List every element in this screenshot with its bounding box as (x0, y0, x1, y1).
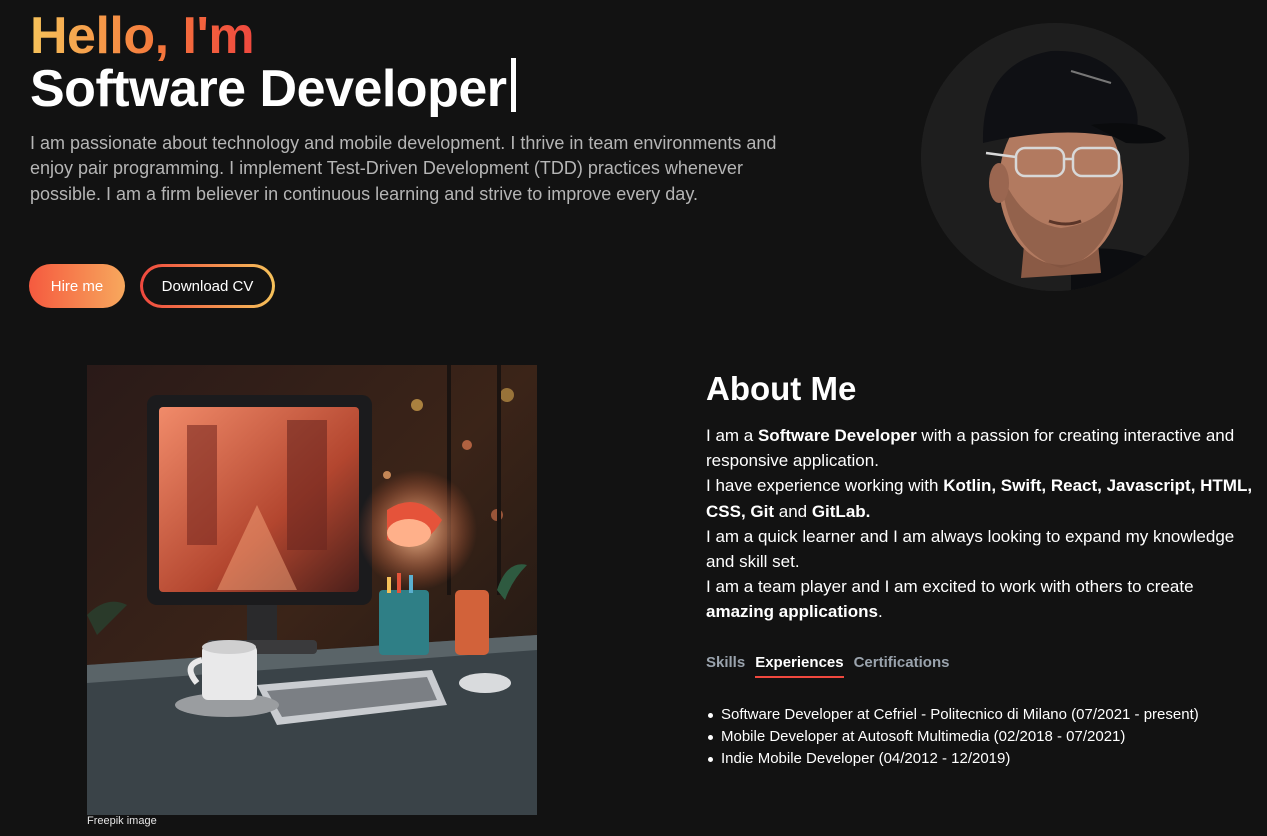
workspace-illustration (87, 365, 537, 815)
hire-me-button[interactable]: Hire me (29, 264, 125, 308)
about-p1-bold: Software Developer (757, 426, 917, 445)
about-p4-text: I am a team player and I am excited to w… (706, 577, 1194, 597)
download-cv-button[interactable]: Download CV (140, 264, 275, 308)
about-paragraph-4: I am a team player and I am excited to w… (706, 574, 1256, 624)
about-p2-gitlab: GitLab. (811, 501, 871, 521)
avatar-portrait-image (921, 23, 1189, 291)
experience-list: Software Developer at Cefriel - Politecn… (708, 704, 1199, 770)
list-item: Software Developer at Cefriel - Politecn… (708, 704, 1199, 726)
about-p2-and: and (774, 501, 812, 521)
tab-experiences[interactable]: Experiences (755, 654, 844, 678)
workspace-image (87, 365, 537, 815)
hero-role-text: Software Developer (30, 60, 507, 118)
about-tabs: Skills Experiences Certifications (706, 654, 949, 678)
hero-role: Software Developer (30, 58, 516, 120)
about-paragraph-2: I have experience working with Kotlin, S… (706, 473, 1256, 523)
list-item: Mobile Developer at Autosoft Multimedia … (708, 726, 1199, 748)
hero-bio: I am passionate about technology and mob… (30, 133, 777, 204)
about-title: About Me (706, 370, 857, 407)
about-paragraph-3: I am a quick learner and I am always loo… (706, 526, 1235, 572)
about-text: I am a Software Developer with a passion… (706, 423, 1256, 625)
photo-credit: Freepik image (87, 815, 157, 827)
about-p1-text: I am a (706, 426, 758, 445)
avatar (921, 23, 1189, 291)
hero-greeting: Hello, I'm (30, 7, 255, 65)
tab-skills[interactable]: Skills (706, 654, 745, 678)
download-cv-label: Download CV (143, 267, 272, 305)
typing-caret (510, 58, 516, 112)
about-paragraph-1: I am a Software Developer with a passion… (706, 423, 1256, 473)
about-p4-bold: amazing applications (706, 602, 878, 622)
about-p2-text: I have experience working with (706, 476, 944, 496)
about-p4-end: . (877, 602, 883, 622)
list-item: Indie Mobile Developer (04/2012 - 12/201… (708, 748, 1199, 770)
tab-certifications[interactable]: Certifications (854, 654, 950, 678)
